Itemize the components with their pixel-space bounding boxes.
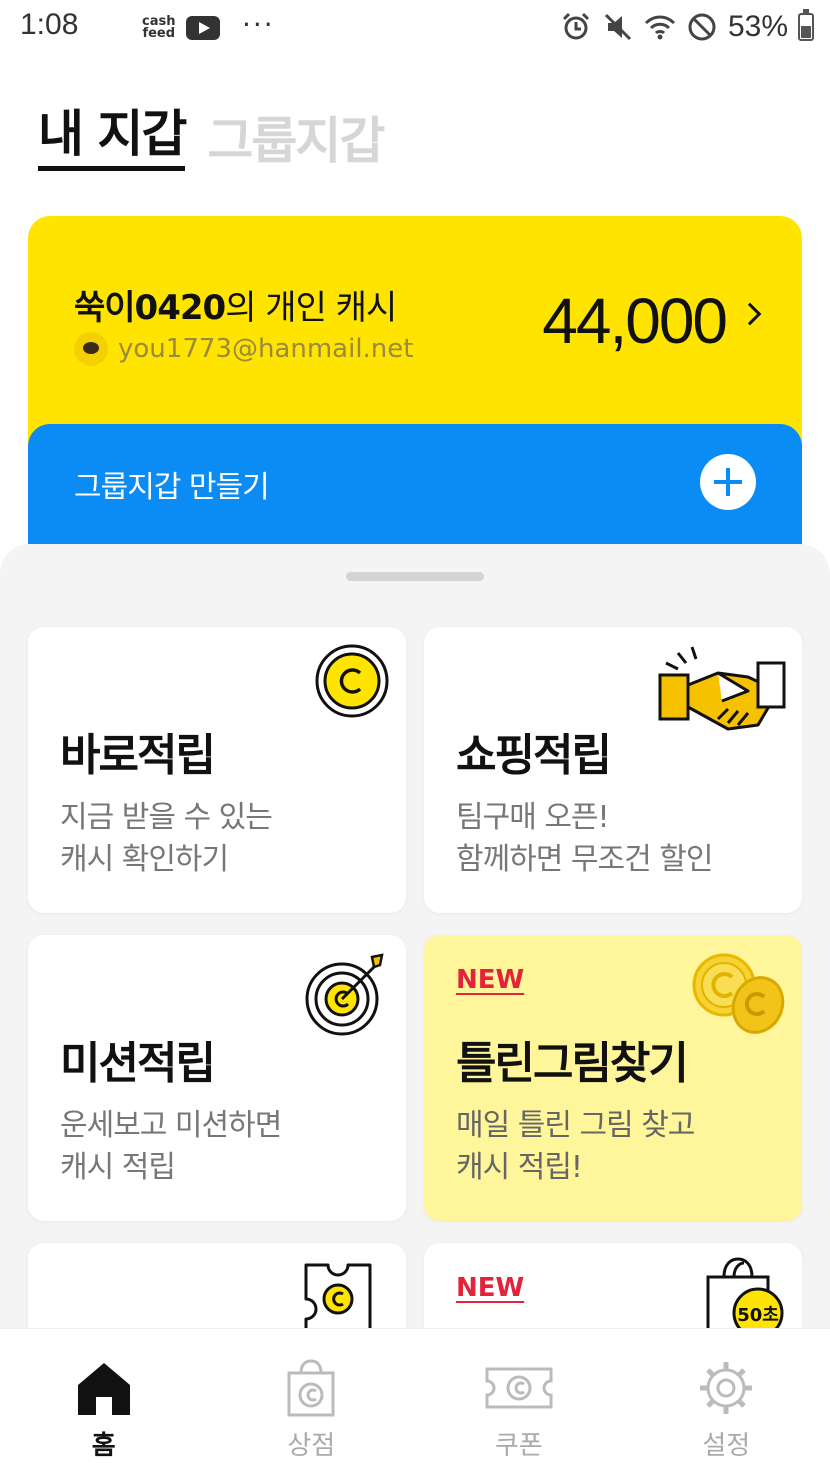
bottom-navigation: 홈 상점 쿠폰 설정 [0,1328,830,1476]
card-title: 바로적립 [60,730,216,781]
card-desc-line: 매일 틀린 그림 찾고 [456,1108,695,1143]
account-row: you1773@hanmail.net [74,332,413,366]
tab-my-wallet[interactable]: 내 지갑 [38,104,187,171]
wifi-icon [644,15,676,40]
card-description: 운세보고 미션하면 캐시 적립 [60,1105,282,1189]
nav-shop[interactable]: 상점 [208,1329,416,1476]
cash-balance: 44,000 [542,285,728,357]
shop-bag-icon [287,1359,335,1417]
nav-settings[interactable]: 설정 [623,1329,830,1476]
nav-label: 홈 [91,1431,116,1461]
card-description: 매일 틀린 그림 찾고 캐시 적립! [456,1105,695,1189]
tab-group-wallet[interactable]: 그룹지갑 [207,111,385,171]
card-desc-line: 함께하면 무조건 할인 [456,842,713,877]
youtube-notification-icon [186,16,220,40]
card-desc-line: 지금 받을 수 있는 [60,800,273,835]
battery-percent: 53% [727,10,788,43]
card-desc-line: 팀구매 오픈! [456,800,610,835]
owner-name: 쑥이0420 [74,288,226,328]
nav-coupon[interactable]: 쿠폰 [415,1329,623,1476]
status-icons: 53% [560,9,814,44]
wallet-tabs: 내 지갑 그룹지갑 [38,104,385,171]
home-icon [77,1363,130,1415]
alarm-icon [562,12,590,40]
sheet-drag-handle[interactable] [346,572,484,581]
features-sheet: 바로적립 지금 받을 수 있는 캐시 확인하기 쇼핑적립 팀구매 오픈! 함께하… [0,544,830,1344]
kakao-talk-icon [74,332,108,366]
more-notifications-icon: ··· [242,8,275,41]
plus-icon[interactable] [700,454,756,510]
new-badge: NEW [456,1273,525,1303]
cashfeed-line2: feed [142,26,176,41]
coupon-icon [485,1367,553,1409]
new-badge: NEW [456,965,525,995]
card-title: 쇼핑적립 [456,730,612,781]
nav-label: 설정 [702,1431,751,1461]
nav-label: 상점 [287,1431,336,1461]
card-title: 틀린그림찾기 [456,1038,689,1089]
card-description: 팀구매 오픈! 함께하면 무조건 할인 [456,797,713,881]
card-desc-line: 운세보고 미션하면 [60,1108,282,1143]
nav-label: 쿠폰 [494,1431,543,1461]
do-not-disturb-icon [688,13,716,41]
cash-owner-label: 쑥이0420의 개인 캐시 [74,280,397,329]
account-email: you1773@hanmail.net [118,334,414,364]
status-bar: 1:08 cash feed ··· 53% [0,0,830,60]
mute-icon [604,13,632,41]
card-shopping-earn[interactable]: 쇼핑적립 팀구매 오픈! 함께하면 무조건 할인 [424,627,802,913]
shopping-bag-timer-icon: 50초 [706,1257,784,1337]
nav-home[interactable]: 홈 [0,1329,208,1476]
card-spot-difference[interactable]: NEW 틀린그림찾기 매일 틀린 그림 찾고 캐시 적립! [424,935,802,1221]
target-icon [305,953,384,1036]
coins-icon [692,953,785,1034]
chevron-right-icon [738,302,762,326]
handshake-icon [658,646,786,731]
timer-label: 50초 [737,1305,779,1326]
card-mission-earn[interactable]: 미션적립 운세보고 미션하면 캐시 적립 [28,935,406,1221]
card-description: 지금 받을 수 있는 캐시 확인하기 [60,797,273,881]
card-title: 미션적립 [60,1038,216,1089]
battery-icon [798,9,814,41]
status-time: 1:08 [20,8,79,41]
card-desc-line: 캐시 확인하기 [60,842,229,877]
card-desc-line: 캐시 적립! [456,1150,583,1185]
settings-gear-icon [700,1362,753,1414]
create-group-wallet-label: 그룹지갑 만들기 [74,470,270,505]
cashfeed-notification-icon: cash feed [142,15,176,41]
card-instant-earn[interactable]: 바로적립 지금 받을 수 있는 캐시 확인하기 [28,627,406,913]
owner-suffix: 의 개인 캐시 [225,288,397,328]
coin-icon [315,644,389,718]
card-desc-line: 캐시 적립 [60,1150,176,1185]
